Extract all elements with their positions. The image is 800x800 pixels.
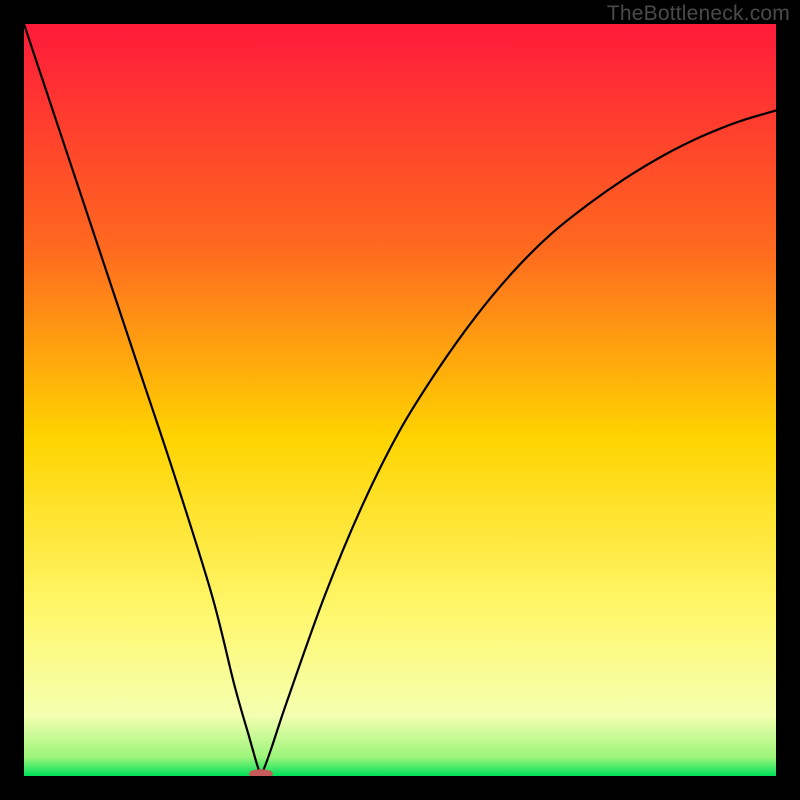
plot-area xyxy=(24,24,776,776)
gradient-background xyxy=(24,24,776,776)
watermark-text: TheBottleneck.com xyxy=(607,2,790,26)
chart-frame: TheBottleneck.com xyxy=(0,0,800,800)
chart-svg xyxy=(24,24,776,776)
